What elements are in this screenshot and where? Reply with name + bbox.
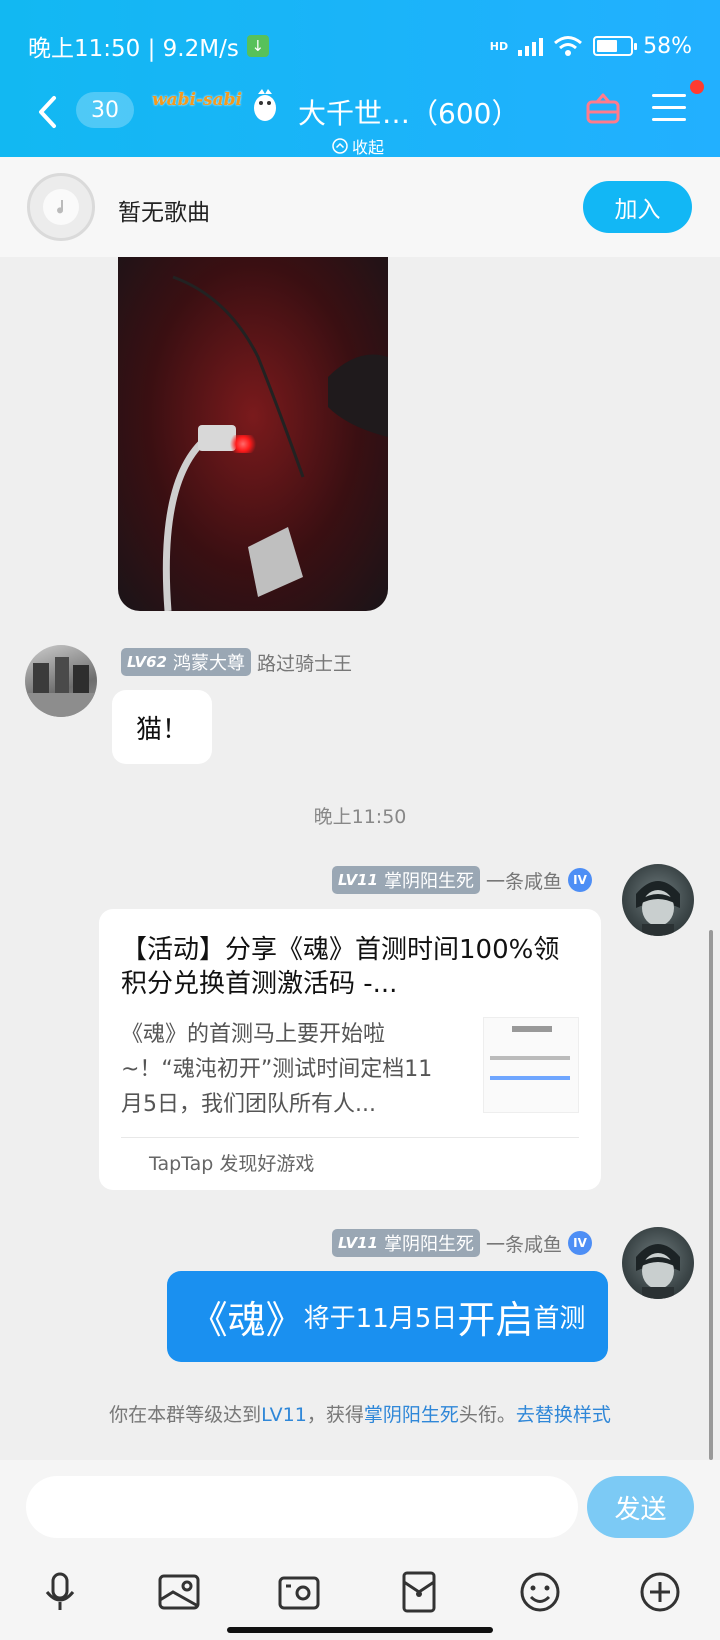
vip-badge-icon: IV <box>568 868 592 892</box>
music-disc-icon[interactable] <box>27 173 95 241</box>
status-bar: 晚上11:50 | 9.2M/s ↓ HD 58% <box>28 28 692 64</box>
avatar-anime <box>636 1244 680 1299</box>
download-icon: ↓ <box>246 35 269 57</box>
card-thumbnail <box>483 1017 579 1113</box>
vip-badge-icon: IV <box>568 1231 592 1255</box>
input-area: 发送 <box>0 1460 720 1640</box>
sender-name[interactable]: 一条咸鱼 <box>486 1230 562 1257</box>
collapse-label: 收起 <box>352 138 385 157</box>
battery-icon <box>593 36 638 56</box>
status-time-speed: 晚上11:50 | 9.2M/s <box>28 36 239 62</box>
level-tag: LV11 掌阴阳生死 <box>332 1229 480 1257</box>
sender-name[interactable]: 路过骑士王 <box>257 649 352 676</box>
level-tag: LV11 掌阴阳生死 <box>332 866 480 894</box>
avatar[interactable] <box>622 864 694 936</box>
message-time: 晚上11:50 <box>313 806 407 828</box>
wifi-icon <box>554 36 583 56</box>
bubble-text-part: 《魂》 <box>189 1298 304 1342</box>
sender-info: LV11 掌阴阳生死 一条咸鱼 IV <box>332 1229 592 1257</box>
input-toolbar <box>0 1570 720 1620</box>
gift-icon[interactable] <box>585 90 621 126</box>
level-label: LV11 <box>338 1234 378 1252</box>
group-logo: wabi-sabi <box>152 90 242 110</box>
avatar[interactable] <box>25 645 97 717</box>
group-title[interactable]: 大千世…（600） <box>298 92 519 132</box>
camera-icon[interactable] <box>277 1570 321 1614</box>
notice-level: LV11 <box>261 1404 307 1426</box>
image-message[interactable] <box>118 257 388 611</box>
avatar[interactable] <box>622 1227 694 1299</box>
bubble-text-part: 将于11月5日 <box>303 1304 458 1334</box>
card-divider <box>121 1137 579 1138</box>
avatar-anime <box>636 881 680 936</box>
music-bar: 暂无歌曲 加入 <box>0 157 720 257</box>
card-title: 【活动】分享《魂》首测时间100%领积分兑换首测激活码 -... <box>121 935 560 999</box>
menu-icon <box>652 94 686 97</box>
battery-level: 58% <box>643 33 692 59</box>
chevron-up-circle-icon <box>332 138 348 154</box>
signal-icon <box>518 36 544 56</box>
sender-name[interactable]: 一条咸鱼 <box>486 867 562 894</box>
card-description: 《魂》的首测马上要开始啦~！“魂沌初开”测试时间定档11月5日，我们团队所有人.… <box>121 1022 433 1117</box>
chat-scrollbar[interactable] <box>709 930 713 1460</box>
level-label: LV11 <box>338 871 378 889</box>
emoji-icon[interactable] <box>518 1570 562 1614</box>
notice-middle: ，获得 <box>306 1404 364 1426</box>
red-packet-icon[interactable] <box>397 1570 441 1614</box>
notification-dot <box>690 80 704 94</box>
plus-icon[interactable] <box>638 1570 682 1614</box>
replace-style-link[interactable]: 去替换样式 <box>516 1404 611 1426</box>
styled-text-bubble[interactable]: 《魂》 将于11月5日 开启 首测 <box>167 1271 608 1362</box>
card-source: TapTap 发现好游戏 <box>149 1153 315 1175</box>
cable-drawing <box>162 275 388 611</box>
message-input[interactable] <box>26 1476 578 1538</box>
bubble-text-part: 首测 <box>533 1304 586 1334</box>
collapse-toggle[interactable]: 收起 <box>332 134 384 158</box>
notice-suffix: 头衔。 <box>458 1404 516 1426</box>
unread-badge[interactable]: 30 <box>76 92 134 128</box>
music-note-icon <box>57 200 64 214</box>
menu-button[interactable] <box>652 94 686 122</box>
level-notice: 你在本群等级达到LV11，获得掌阴阳生死头衔。去替换样式 <box>0 1400 720 1427</box>
level-tag: LV62 鸿蒙大尊 <box>121 648 251 676</box>
join-button[interactable]: 加入 <box>583 181 692 233</box>
back-button[interactable] <box>36 92 66 132</box>
network-type: HD <box>489 39 509 53</box>
text-bubble[interactable]: 猫！ <box>112 690 212 764</box>
notice-title: 掌阴阳生死 <box>363 1404 459 1426</box>
home-indicator[interactable] <box>227 1627 493 1633</box>
music-status: 暂无歌曲 <box>118 200 210 226</box>
notice-prefix: 你在本群等级达到 <box>109 1404 262 1426</box>
sender-info: LV62 鸿蒙大尊 路过骑士王 <box>121 648 352 676</box>
red-led <box>228 435 258 453</box>
send-button[interactable]: 发送 <box>587 1476 694 1538</box>
microphone-icon[interactable] <box>38 1570 82 1614</box>
chevron-left-icon <box>39 96 56 128</box>
rank-title: 掌阴阳生死 <box>383 1234 474 1255</box>
rank-title: 掌阴阳生死 <box>383 871 474 892</box>
header: 晚上11:50 | 9.2M/s ↓ HD 58% 30 wabi-sabi 大… <box>0 0 720 157</box>
mascot-icon <box>254 89 276 121</box>
sender-info: LV11 掌阴阳生死 一条咸鱼 IV <box>332 866 592 894</box>
bubble-text-part: 开启 <box>457 1298 534 1342</box>
share-card[interactable]: 【活动】分享《魂》首测时间100%领积分兑换首测激活码 -... 《魂》的首测马… <box>99 909 601 1190</box>
nav-bar: 30 wabi-sabi 大千世…（600） 收起 <box>0 78 720 157</box>
avatar-photo <box>25 657 97 717</box>
image-icon[interactable] <box>157 1570 201 1614</box>
level-label: LV62 <box>127 653 167 671</box>
rank-title: 鸿蒙大尊 <box>172 653 245 674</box>
